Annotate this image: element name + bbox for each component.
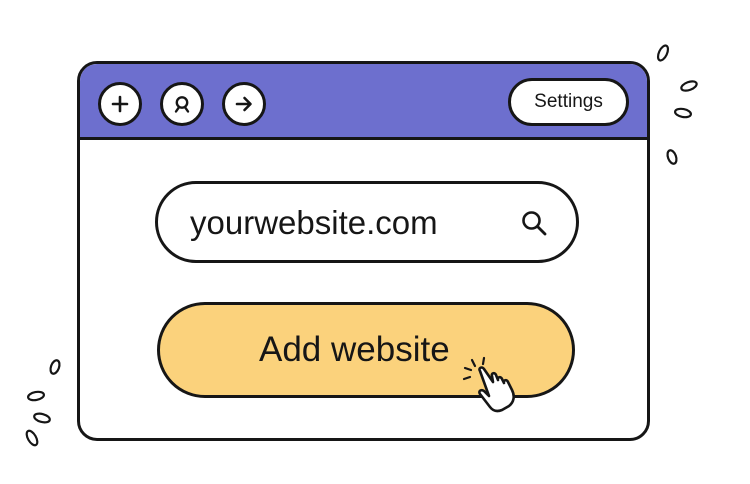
plus-icon (111, 95, 129, 113)
settings-button[interactable]: Settings (508, 78, 629, 126)
settings-label: Settings (534, 91, 603, 112)
add-website-label: Add website (259, 330, 450, 369)
new-tab-button[interactable] (98, 82, 142, 126)
profile-icon (174, 96, 190, 113)
sparkle-decoration-bottom-left (25, 359, 61, 447)
arrow-right-icon (235, 96, 252, 112)
browser-toolbar: Settings (80, 64, 647, 140)
url-input[interactable] (190, 198, 500, 248)
sparkle-decoration-top-right (656, 44, 698, 165)
browser-window: Settings Add website (77, 61, 650, 441)
forward-button[interactable] (222, 82, 266, 126)
address-bar[interactable] (155, 181, 579, 263)
hand-pointer-icon (462, 356, 515, 413)
search-icon[interactable] (520, 209, 548, 237)
profile-button[interactable] (160, 82, 204, 126)
